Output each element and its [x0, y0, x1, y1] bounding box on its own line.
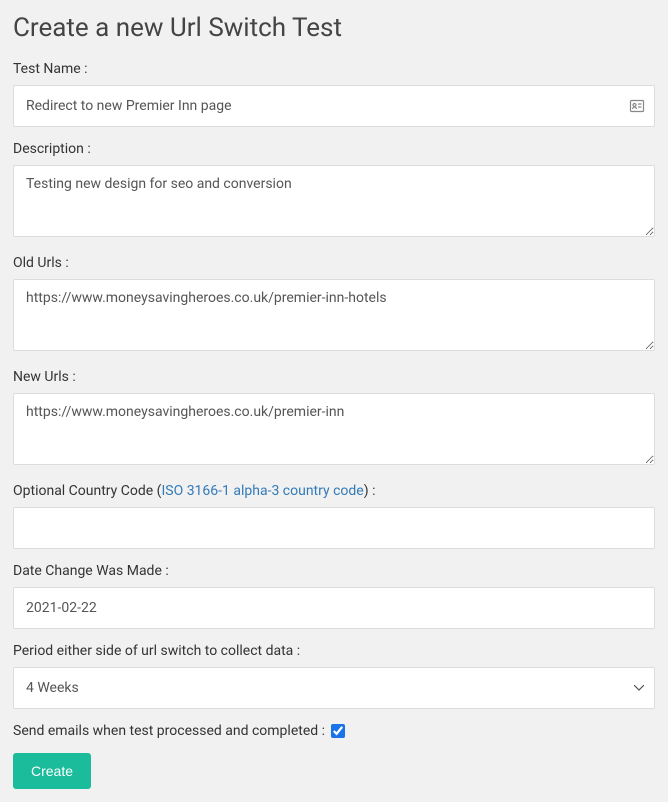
date-change-label: Date Change Was Made :	[13, 563, 655, 579]
description-label: Description :	[13, 141, 655, 157]
country-code-label: Optional Country Code (ISO 3166-1 alpha-…	[13, 483, 655, 499]
date-change-input[interactable]	[13, 587, 655, 629]
send-emails-checkbox[interactable]	[331, 724, 345, 738]
old-urls-label: Old Urls :	[13, 255, 655, 271]
iso-link[interactable]: ISO 3166-1 alpha-3 country code	[161, 483, 363, 499]
country-code-label-post: ) :	[364, 483, 376, 499]
page-title: Create a new Url Switch Test	[13, 13, 655, 43]
period-label: Period either side of url switch to coll…	[13, 643, 655, 659]
test-name-input[interactable]	[13, 85, 655, 127]
new-urls-textarea[interactable]: https://www.moneysavingheroes.co.uk/prem…	[13, 393, 655, 465]
new-urls-label: New Urls :	[13, 369, 655, 385]
send-emails-label: Send emails when test processed and comp…	[13, 723, 325, 739]
country-code-label-pre: Optional Country Code (	[13, 483, 161, 499]
old-urls-textarea[interactable]: https://www.moneysavingheroes.co.uk/prem…	[13, 279, 655, 351]
create-button[interactable]: Create	[13, 753, 91, 789]
country-code-input[interactable]	[13, 507, 655, 549]
period-select[interactable]: 4 Weeks	[13, 667, 655, 709]
description-textarea[interactable]: Testing new design for seo and conversio…	[13, 165, 655, 237]
test-name-label: Test Name :	[13, 61, 655, 77]
